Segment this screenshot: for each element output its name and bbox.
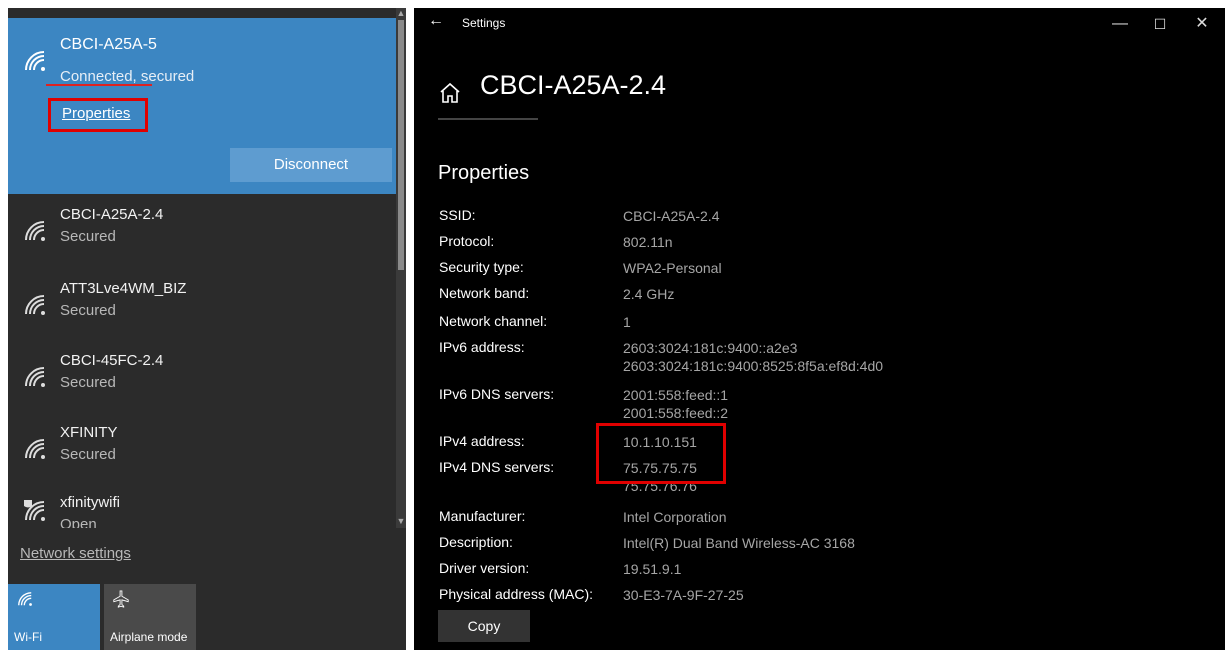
property-value: 2603:3024:181c:9400::a2e3 [623, 340, 798, 356]
property-label: IPv6 DNS servers: [439, 386, 555, 402]
scrollbar-thumb[interactable] [398, 20, 404, 270]
wifi-icon [25, 295, 45, 315]
network-status: Open [60, 516, 97, 528]
property-label: Network channel: [439, 313, 548, 329]
wifi-icon [25, 221, 45, 241]
wifi-icon [18, 592, 32, 606]
annotation-highlight-box [596, 423, 726, 484]
property-label: IPv4 address: [439, 433, 525, 449]
property-value: 2001:558:feed::2 [623, 405, 729, 421]
property-label: SSID: [439, 207, 476, 223]
property-label: IPv6 address: [439, 339, 525, 355]
network-settings-link[interactable]: Network settings [20, 545, 131, 562]
wifi-tile[interactable]: Wi-Fi [8, 584, 100, 650]
wifi-tile-label: Wi-Fi [14, 630, 42, 644]
property-label: Description: [439, 534, 513, 550]
network-name: CBCI-A25A-2.4 [60, 206, 164, 223]
page-title: CBCI-A25A-2.4 [480, 70, 667, 100]
maximize-icon[interactable]: ☐ [1142, 12, 1178, 36]
property-value: 2.4 GHz [623, 286, 675, 302]
network-item[interactable]: XFINITY Secured [8, 414, 396, 488]
network-status: Secured [60, 302, 116, 319]
property-label: Security type: [439, 259, 524, 275]
property-label: Physical address (MAC): [439, 586, 594, 602]
connected-network-status: Connected, secured [60, 68, 195, 85]
connected-network-name: CBCI-A25A-5 [60, 36, 157, 53]
property-label: Network band: [439, 285, 530, 301]
property-value: 30-E3-7A-9F-27-25 [623, 587, 744, 603]
airplane-mode-tile[interactable]: Airplane mode [104, 584, 196, 650]
scroll-down-icon[interactable]: ▼ [396, 516, 406, 526]
property-label: Protocol: [439, 233, 495, 249]
close-icon[interactable]: ✕ [1184, 12, 1220, 36]
window-title: Settings [462, 16, 506, 30]
network-item[interactable]: CBCI-45FC-2.4 Secured [8, 342, 396, 416]
wifi-icon [25, 367, 45, 387]
property-value: 19.51.9.1 [623, 561, 682, 577]
home-icon[interactable] [438, 81, 462, 105]
airplane-tile-label: Airplane mode [110, 630, 188, 644]
wifi-icon [25, 51, 45, 71]
wifi-open-icon [24, 500, 45, 521]
connected-network[interactable]: CBCI-A25A-5 Connected, secured Propertie… [8, 18, 396, 194]
network-name: CBCI-45FC-2.4 [60, 352, 164, 369]
wifi-icon [25, 439, 45, 459]
scroll-up-icon[interactable]: ▲ [396, 8, 406, 18]
property-value: WPA2-Personal [623, 260, 722, 276]
property-label: IPv4 DNS servers: [439, 459, 555, 475]
minimize-icon[interactable]: — [1102, 12, 1138, 36]
airplane-icon [113, 590, 129, 608]
title-bar: ← Settings — ☐ ✕ [414, 8, 1225, 40]
settings-window: ← Settings — ☐ ✕ CBCI-A25A-2.4 Propertie… [414, 8, 1225, 650]
copy-button[interactable]: Copy [438, 610, 530, 642]
network-item[interactable]: xfinitywifi Open [8, 484, 396, 528]
annotation-underline [46, 84, 152, 86]
property-value: Intel Corporation [623, 509, 727, 525]
network-item[interactable]: CBCI-A25A-2.4 Secured [8, 196, 396, 270]
back-icon[interactable]: ← [428, 12, 444, 30]
property-label: Driver version: [439, 560, 530, 576]
title-underline [438, 118, 538, 120]
property-value: 2001:558:feed::1 [623, 387, 729, 403]
network-flyout: CBCI-A25A-5 Connected, secured Propertie… [8, 8, 406, 650]
property-value: 1 [623, 314, 631, 330]
disconnect-button[interactable]: Disconnect [230, 148, 392, 182]
network-name: xfinitywifi [60, 494, 121, 511]
network-name: ATT3Lve4WM_BIZ [60, 280, 187, 297]
network-name: XFINITY [60, 424, 118, 441]
property-value: CBCI-A25A-2.4 [623, 208, 720, 224]
property-value: Intel(R) Dual Band Wireless-AC 3168 [623, 535, 855, 551]
property-value: 802.11n [623, 234, 673, 250]
network-status: Secured [60, 228, 116, 245]
flyout-scrollbar[interactable]: ▲ ▼ [396, 8, 406, 528]
network-status: Secured [60, 374, 116, 391]
network-item[interactable]: ATT3Lve4WM_BIZ Secured [8, 270, 396, 344]
property-value: 2603:3024:181c:9400:8525:8f5a:ef8d:4d0 [623, 358, 884, 374]
section-title: Properties [438, 162, 530, 184]
property-label: Manufacturer: [439, 508, 526, 524]
properties-link[interactable]: Properties [62, 105, 130, 122]
network-status: Secured [60, 446, 116, 463]
